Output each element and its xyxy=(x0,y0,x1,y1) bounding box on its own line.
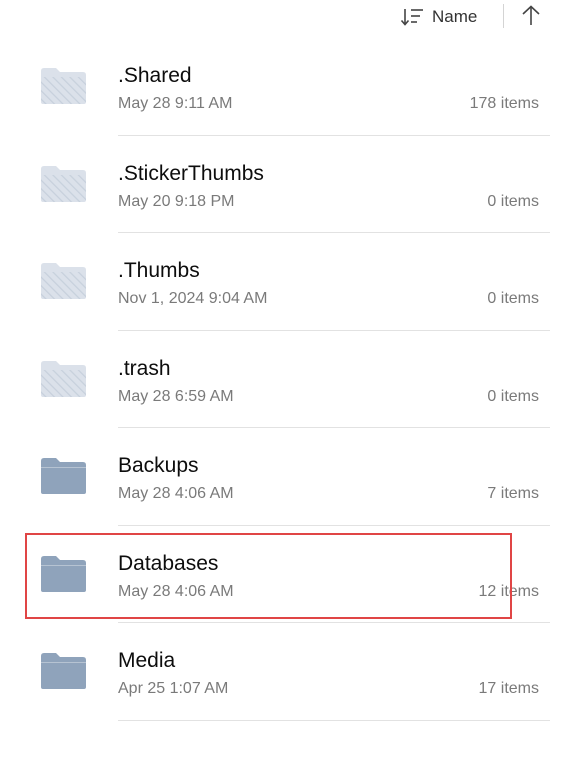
item-count: 12 items xyxy=(478,582,539,600)
item-date: May 28 4:06 AM xyxy=(118,485,234,502)
list-item[interactable]: Media Apr 25 1:07 AM 17 items xyxy=(0,623,570,721)
item-count: 178 items xyxy=(469,95,539,112)
hidden-folder-icon xyxy=(40,260,87,300)
sort-label: Name xyxy=(432,7,478,26)
item-name: .trash xyxy=(118,356,171,380)
sort-button[interactable]: Name xyxy=(400,4,477,30)
item-date: May 20 9:18 PM xyxy=(118,192,235,210)
item-name: .Shared xyxy=(118,64,192,87)
toolbar: Name xyxy=(0,0,570,34)
item-count: 17 items xyxy=(478,680,539,697)
item-count: 0 items xyxy=(487,192,539,210)
list-item[interactable]: .trash May 28 6:59 AM 0 items xyxy=(0,331,570,428)
item-date: Apr 25 1:07 AM xyxy=(118,680,229,697)
hidden-folder-icon xyxy=(40,65,87,105)
item-count: 0 items xyxy=(487,387,539,405)
arrow-up-icon xyxy=(520,3,542,29)
list-item[interactable]: .StickerThumbs May 20 9:18 PM 0 items xyxy=(0,136,570,233)
item-date: May 28 4:06 AM xyxy=(118,582,234,600)
sort-direction-button[interactable] xyxy=(520,3,542,29)
item-date: May 28 6:59 AM xyxy=(118,387,234,405)
item-count: 7 items xyxy=(487,485,539,502)
list-item[interactable]: Backups May 28 4:06 AM 7 items xyxy=(0,428,570,526)
folder-icon xyxy=(40,455,87,495)
item-name: Backups xyxy=(118,454,199,477)
item-count: 0 items xyxy=(487,290,539,307)
list-item[interactable]: Databases May 28 4:06 AM 12 items xyxy=(0,526,570,623)
file-list: .Shared May 28 9:11 AM 178 items .Sticke… xyxy=(0,38,570,721)
list-item[interactable]: .Thumbs Nov 1, 2024 9:04 AM 0 items xyxy=(0,233,570,331)
item-name: .StickerThumbs xyxy=(118,161,264,185)
folder-icon xyxy=(40,553,87,593)
row-divider xyxy=(118,719,550,721)
toolbar-divider xyxy=(503,4,504,28)
item-name: .Thumbs xyxy=(118,259,200,282)
item-date: Nov 1, 2024 9:04 AM xyxy=(118,290,268,307)
item-name: Databases xyxy=(118,551,219,575)
list-item[interactable]: .Shared May 28 9:11 AM 178 items xyxy=(0,38,570,136)
sort-lines-icon xyxy=(400,7,424,27)
hidden-folder-icon xyxy=(40,163,87,203)
item-name: Media xyxy=(118,649,176,672)
hidden-folder-icon xyxy=(40,358,87,398)
item-date: May 28 9:11 AM xyxy=(118,95,233,112)
folder-icon xyxy=(40,650,87,690)
